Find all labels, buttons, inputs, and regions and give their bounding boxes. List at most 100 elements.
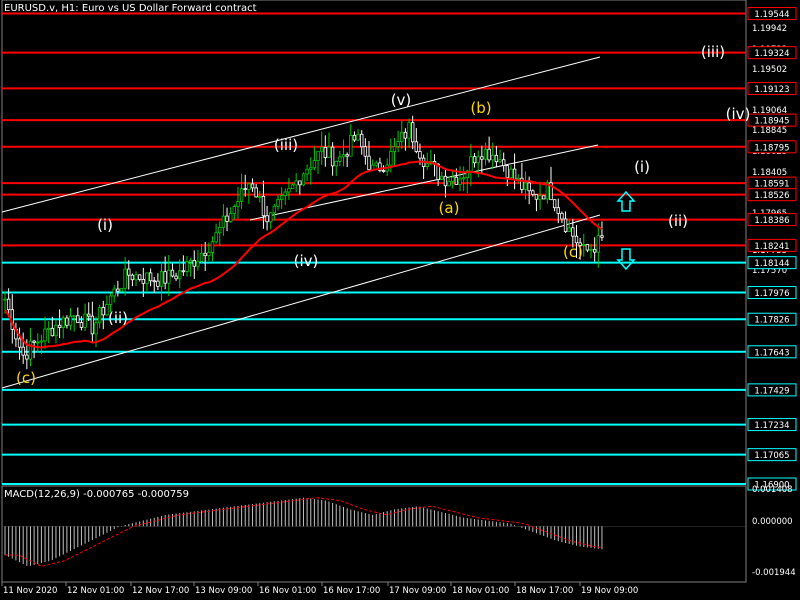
candle-body [232, 206, 237, 214]
candle-body [101, 307, 105, 316]
candle-body [556, 207, 560, 214]
candle-body [279, 195, 284, 201]
candle-body [46, 327, 51, 330]
candle-body [501, 159, 506, 167]
support-level-label: 1.17976 [754, 289, 789, 299]
candle-body [243, 188, 247, 191]
support-level-label: 1.17643 [754, 348, 789, 358]
candle-body [298, 180, 302, 186]
candle-body [188, 259, 193, 263]
candle-body [250, 183, 255, 189]
candle-body [480, 156, 484, 160]
candle-body [57, 324, 62, 328]
wave-label: (ii) [668, 212, 688, 230]
macd-panel-frame [1, 485, 747, 583]
candle-body [552, 199, 557, 209]
candle-body [392, 146, 397, 152]
candle-body [76, 315, 80, 323]
candle-body [487, 148, 491, 161]
candle-body [414, 141, 419, 152]
resistance-level-label: 1.18945 [754, 117, 789, 127]
price-panel-frame [1, 0, 747, 485]
candle-body [32, 340, 36, 343]
x-tick-label: 11 Nov 2020 [3, 586, 57, 596]
candle-body [261, 195, 266, 217]
candle-body [43, 328, 47, 342]
candle-body [258, 195, 262, 198]
candle-body [287, 188, 291, 193]
candle-body [272, 205, 277, 214]
support-level-label: 1.17429 [754, 386, 789, 396]
x-tick-label: 12 Nov 01:00 [67, 586, 124, 596]
candle-body [247, 183, 251, 191]
candle-body [498, 159, 502, 163]
candle-body [389, 151, 393, 166]
candle-body [523, 182, 528, 190]
resistance-level-label: 1.18795 [754, 143, 789, 153]
candle-body [196, 260, 200, 267]
price-axis-label: 1.19942 [752, 24, 787, 34]
candle-body [509, 168, 513, 179]
candle-body [218, 227, 222, 234]
candle-body [79, 322, 84, 328]
candle-body [352, 134, 357, 141]
candle-body [170, 269, 175, 277]
candle-body [134, 274, 138, 281]
candle-body [512, 168, 517, 180]
candle-body [425, 163, 429, 167]
candle-body [130, 274, 135, 281]
candle-body [596, 235, 601, 253]
candle-body [309, 167, 313, 170]
candle-body [301, 173, 306, 186]
x-tick-label: 18 Nov 17:00 [516, 586, 573, 596]
candle-body [108, 295, 113, 305]
wave-label: (c) [563, 243, 583, 261]
candle-body [228, 213, 233, 222]
candle-body [236, 201, 240, 207]
candle-body [367, 155, 371, 171]
candle-body [418, 151, 422, 159]
macd-axis-label: -0.001944 [752, 568, 796, 578]
candle-body [538, 195, 542, 200]
candle-body [403, 131, 408, 139]
candle-body [454, 176, 459, 185]
wave-label: (c) [16, 369, 36, 387]
candle-body [327, 146, 331, 158]
support-level-label: 1.17234 [754, 421, 789, 431]
candle-body [589, 248, 593, 251]
macd-axis-label: 0.001408 [752, 485, 793, 495]
chart-title: EURUSD.v, H1: Euro vs US Dollar Forward … [4, 3, 257, 14]
candle-body [167, 269, 171, 284]
candle-body [567, 227, 571, 233]
candle-body [451, 176, 455, 182]
candle-body [192, 259, 196, 267]
wave-label: (v) [391, 91, 412, 109]
channel-upper-line [1, 56, 601, 213]
candle-body [341, 154, 346, 158]
channel-lower-line [1, 214, 601, 389]
candle-body [36, 341, 40, 344]
x-tick-label: 19 Nov 09:00 [581, 586, 638, 596]
candle-body [491, 154, 495, 161]
candle-body [469, 156, 473, 172]
candle-body [345, 154, 349, 157]
candle-body [203, 252, 207, 257]
candle-body [239, 188, 244, 203]
candle-body [97, 307, 102, 324]
x-tick-label: 17 Nov 09:00 [389, 586, 446, 596]
candle-body [119, 287, 124, 292]
candle-body [214, 232, 218, 243]
wave-label: (i) [634, 158, 650, 176]
candle-body [54, 324, 58, 337]
candle-body [156, 280, 160, 287]
candle-body [94, 322, 98, 335]
x-tick-label: 16 Nov 17:00 [323, 586, 380, 596]
candle-body [28, 340, 33, 360]
candle-body [269, 212, 273, 223]
candle-body [534, 194, 539, 200]
wave-label: (b) [470, 99, 491, 117]
price-axis-label: 1.18845 [752, 126, 787, 136]
candle-body [137, 274, 142, 280]
candle-body [443, 175, 448, 187]
wave-label: (iii) [701, 43, 725, 61]
